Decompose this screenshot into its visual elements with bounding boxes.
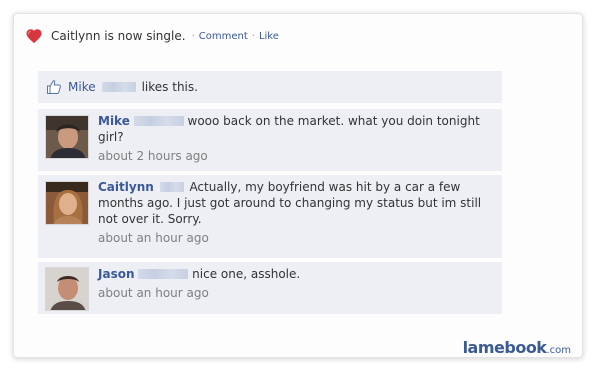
like-link[interactable]: Like	[259, 31, 279, 42]
comment-link[interactable]: Comment	[199, 31, 248, 42]
avatar-photo	[46, 116, 88, 158]
liker-name[interactable]: Mike	[68, 80, 96, 94]
separator: ·	[251, 30, 255, 42]
comment-item: Caitlynn Actually, my boyfriend was hit …	[38, 174, 502, 258]
comment-timestamp[interactable]: about an hour ago	[98, 230, 496, 246]
brand-tld: .com	[546, 345, 571, 356]
redacted-surname	[138, 268, 189, 279]
status-line: Caitlynn is now single. · Comment · Like	[25, 25, 279, 47]
avatar-photo	[46, 182, 88, 224]
comment-text: Actually, my boyfriend was hit by a car …	[98, 180, 482, 226]
comment-timestamp[interactable]: about an hour ago	[98, 285, 496, 301]
page: Caitlynn is now single. · Comment · Like…	[0, 0, 600, 383]
comment-timestamp[interactable]: about 2 hours ago	[98, 148, 496, 164]
lamebook-logo[interactable]: lamebook.com	[463, 338, 571, 357]
redacted-surname	[133, 115, 184, 126]
heart-icon	[26, 29, 42, 44]
redacted-surname	[159, 181, 184, 192]
status-text: Caitlynn is now single.	[51, 29, 186, 43]
comment-author[interactable]: Jason	[98, 267, 135, 281]
avatar[interactable]	[45, 267, 89, 311]
comment-body: Caitlynn Actually, my boyfriend was hit …	[98, 179, 496, 246]
thumbs-up-icon	[47, 80, 61, 94]
comment-body: Jason nice one, asshole. about an hour a…	[98, 266, 496, 301]
comment-author[interactable]: Mike	[98, 114, 130, 128]
comment-text: nice one, asshole.	[192, 267, 301, 281]
comment-body: Mike wooo back on the market. what you d…	[98, 113, 496, 164]
likes-bar: Mike likes this.	[38, 71, 502, 103]
avatar[interactable]	[45, 181, 89, 225]
likes-text: likes this.	[141, 80, 198, 94]
avatar-photo	[46, 268, 88, 310]
avatar[interactable]	[45, 115, 89, 159]
separator: ·	[191, 30, 195, 42]
comment-author[interactable]: Caitlynn	[98, 180, 154, 194]
comment-item: Mike wooo back on the market. what you d…	[38, 108, 502, 171]
redacted-surname	[101, 82, 136, 92]
comment-item: Jason nice one, asshole. about an hour a…	[38, 261, 502, 314]
brand-name: lamebook	[462, 338, 547, 357]
